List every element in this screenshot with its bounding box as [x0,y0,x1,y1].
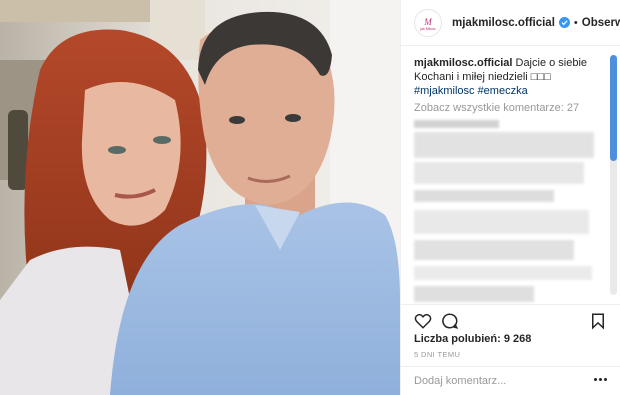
photo-image [0,0,400,395]
more-options-icon[interactable] [594,378,607,381]
action-bar [401,304,620,334]
scrollbar-thumb[interactable] [610,55,617,161]
svg-text:jak Miłość: jak Miłość [419,27,436,31]
verified-badge-icon [558,17,570,28]
comments-scrollbar[interactable] [610,55,617,295]
comment-input[interactable] [414,375,584,387]
hashtags-link[interactable]: #mjakmilosc #emeczka [414,85,528,97]
svg-text:M: M [423,17,432,27]
likes-label: Liczba polubień: [414,333,501,345]
likes-number: 9 268 [503,333,532,345]
avatar[interactable]: M jak Miłość [414,8,442,37]
follow-button[interactable]: Obserwowa [582,17,620,29]
caption-username[interactable]: mjakmilosc.official [414,57,512,69]
add-comment-bar [401,366,620,395]
post-header: M jak Miłość mjakmilosc.official • Obser… [401,0,620,46]
post-photo [0,0,400,395]
likes-count[interactable]: Liczba polubień: 9 268 [414,333,531,345]
pixelated-comments [414,120,607,304]
heart-icon[interactable] [414,312,432,330]
brand-logo-icon: M jak Miłość [419,17,436,31]
comments-section: mjakmilosc.official Dajcie o siebie Koch… [401,46,620,304]
post-caption: mjakmilosc.official Dajcie o siebie Koch… [414,56,607,98]
post-sidebar: M jak Miłość mjakmilosc.official • Obser… [400,0,620,395]
comment-bubble-icon[interactable] [441,312,459,330]
view-all-comments-link[interactable]: Zobacz wszystkie komentarze: 27 [414,102,607,114]
post-timestamp: 5 DNI TEMU [414,350,461,359]
username-link[interactable]: mjakmilosc.official [452,17,555,29]
separator-dot: • [573,16,578,29]
bookmark-icon[interactable] [589,312,607,330]
